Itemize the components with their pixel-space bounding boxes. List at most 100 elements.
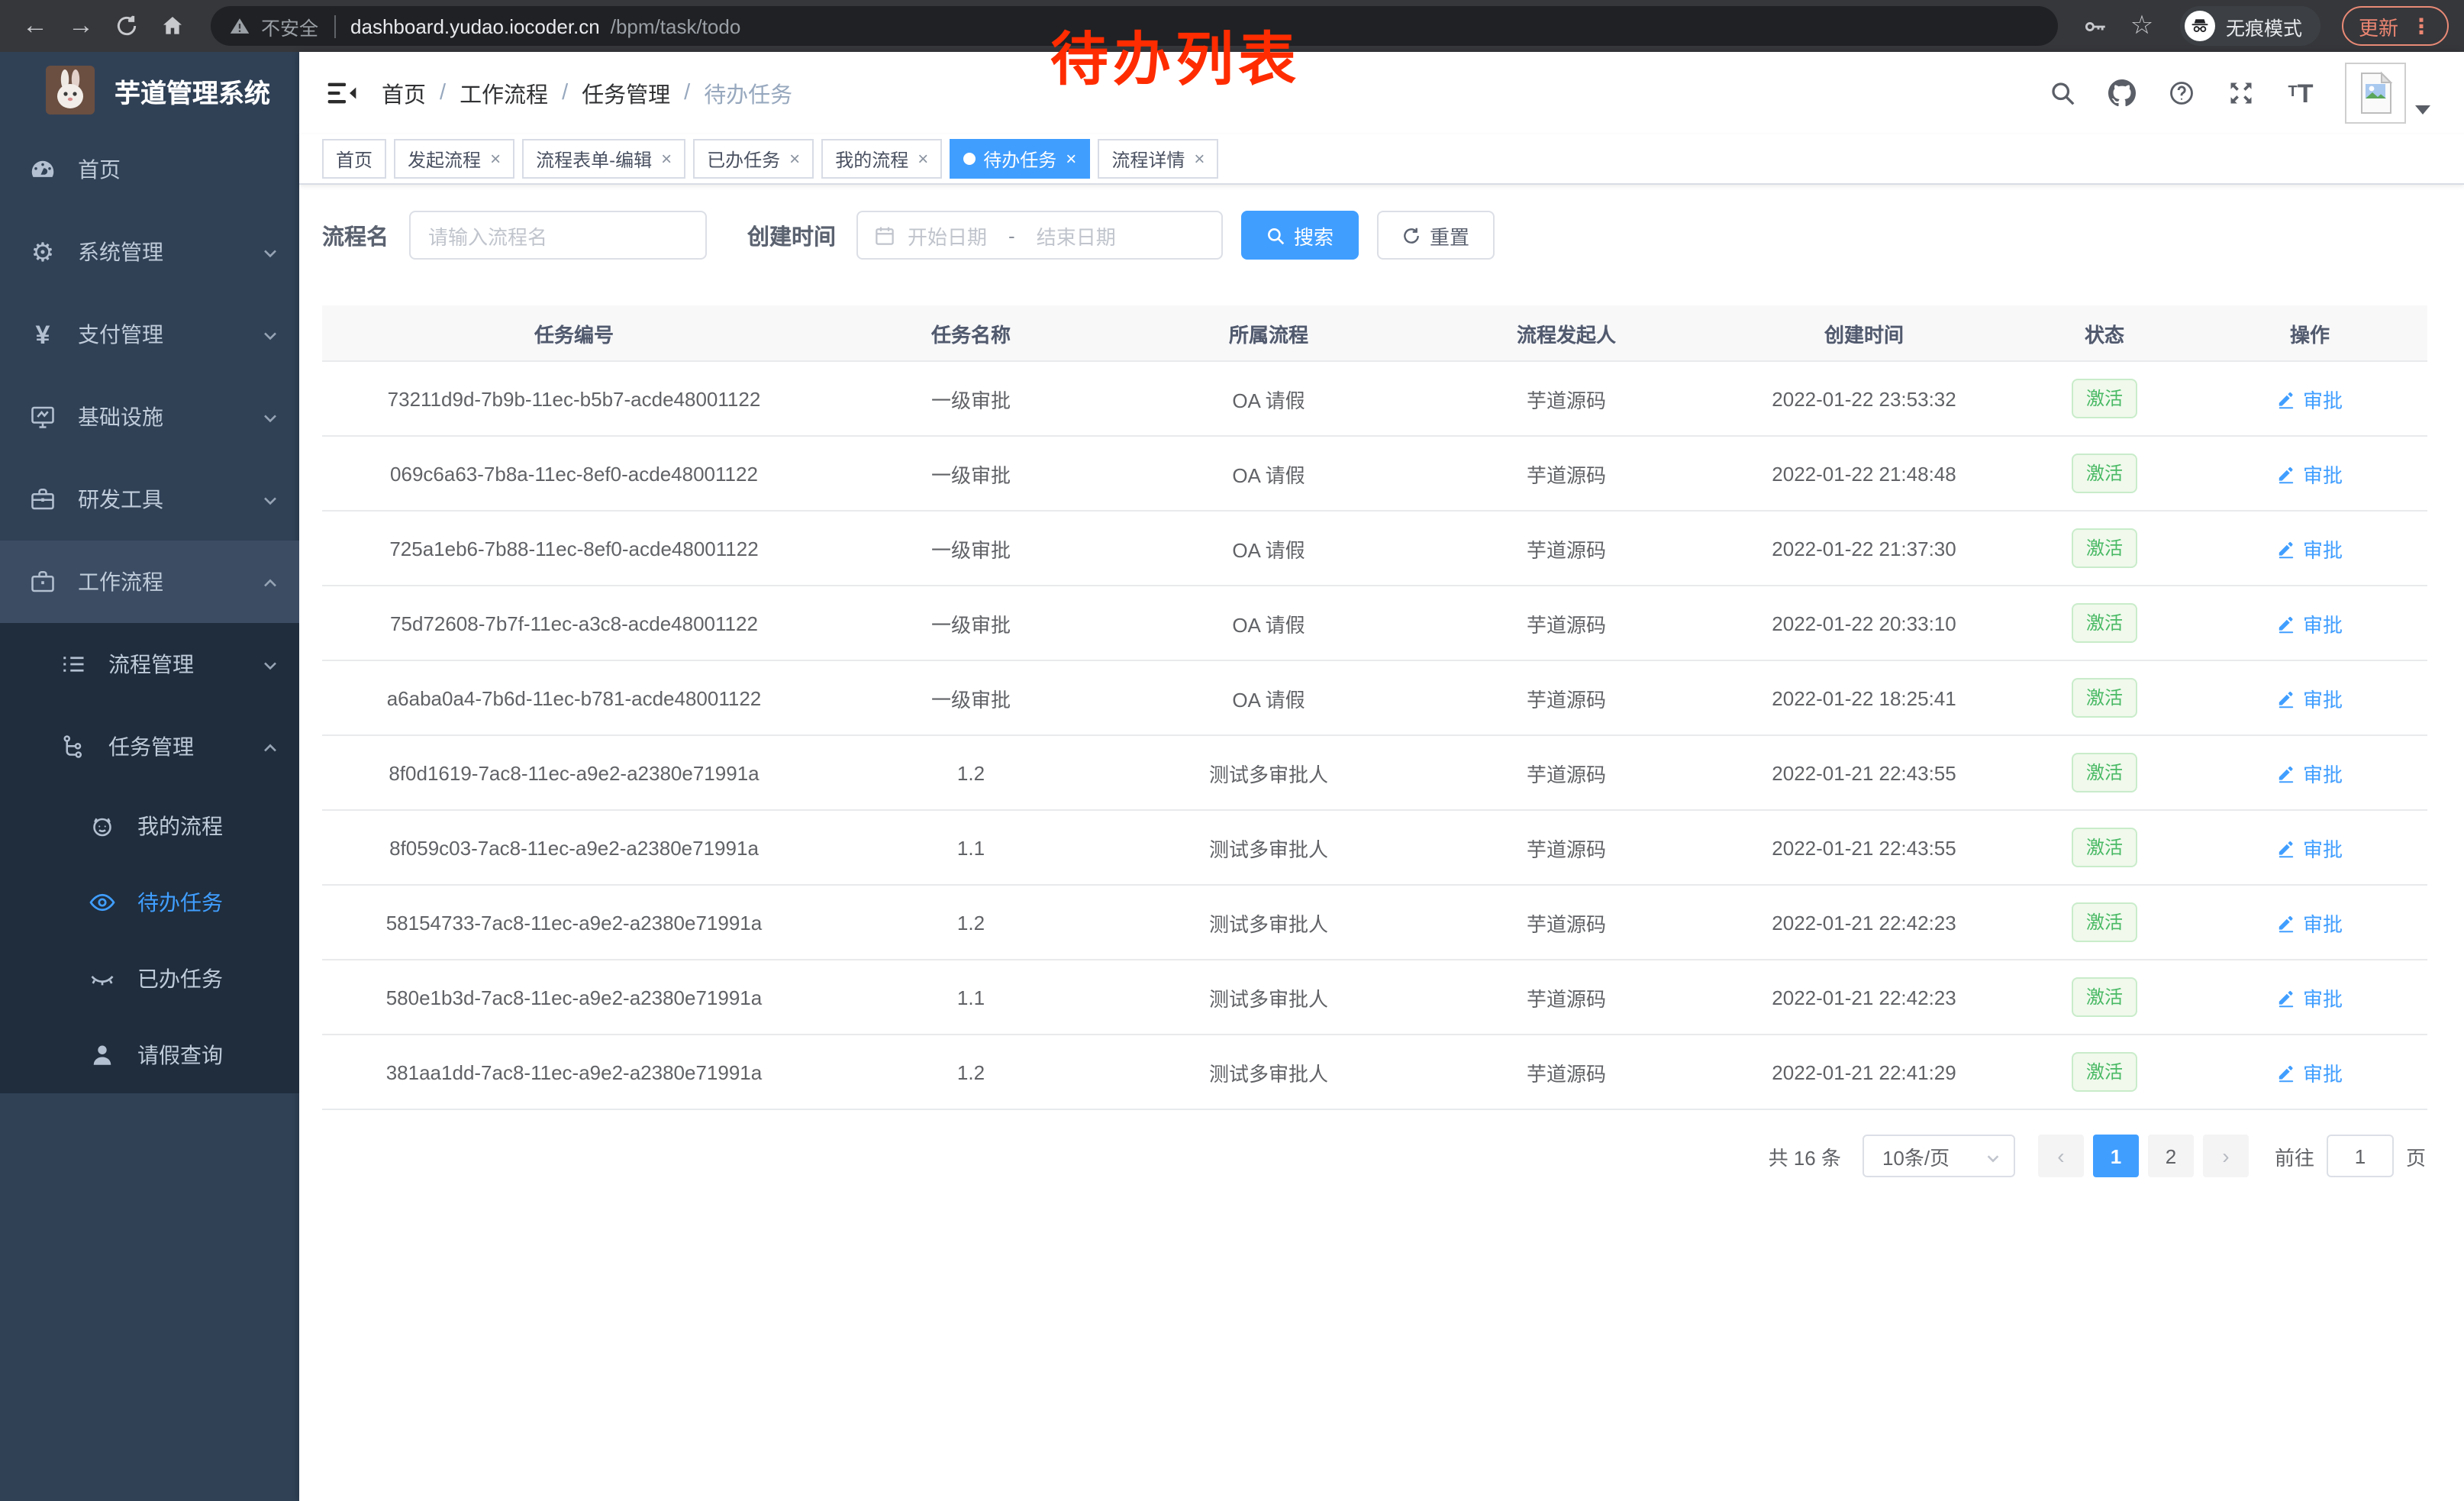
approve-link[interactable]: 审批	[2277, 384, 2343, 413]
tab-3[interactable]: 已办任务 ×	[693, 139, 814, 179]
chevron-down-icon	[261, 490, 279, 508]
browser-update-button[interactable]: 更新 ⋮	[2342, 6, 2449, 46]
reset-button-label: 重置	[1430, 221, 1469, 250]
approve-link[interactable]: 审批	[2277, 1057, 2343, 1086]
sidebar-item-10[interactable]: 已办任务	[0, 941, 299, 1017]
back-icon[interactable]: ←	[15, 6, 55, 46]
sidebar-item-11[interactable]: 请假查询	[0, 1017, 299, 1093]
search-button-icon	[1265, 225, 1285, 245]
sidebar-item-label: 待办任务	[137, 887, 223, 918]
cell-action: 审批	[2192, 534, 2427, 563]
sidebar-item-1[interactable]: ⚙系统管理	[0, 211, 299, 293]
url-separator	[334, 15, 335, 37]
approve-link[interactable]: 审批	[2277, 758, 2343, 787]
forward-icon[interactable]: →	[61, 6, 101, 46]
fullscreen-icon[interactable]	[2226, 78, 2256, 108]
approve-link[interactable]: 审批	[2277, 908, 2343, 937]
close-icon[interactable]: ×	[1194, 150, 1205, 168]
approve-link-label: 审批	[2303, 534, 2343, 563]
tab-label: 已办任务	[707, 146, 780, 172]
search-icon[interactable]	[2047, 78, 2078, 108]
app-logo-row[interactable]: 芋道管理系统	[0, 52, 299, 128]
breadcrumb-item-0[interactable]: 首页	[382, 77, 426, 109]
page-size-select[interactable]: 10条/页	[1863, 1135, 2015, 1177]
sidebar-item-4[interactable]: 研发工具	[0, 458, 299, 541]
reload-icon[interactable]	[107, 6, 147, 46]
close-icon[interactable]: ×	[661, 150, 672, 168]
sidebar-item-8[interactable]: 我的流程	[0, 788, 299, 864]
font-size-icon[interactable]: TT	[2285, 78, 2316, 108]
sidebar-item-0[interactable]: 首页	[0, 128, 299, 211]
approve-link[interactable]: 审批	[2277, 683, 2343, 712]
status-badge: 激活	[2072, 528, 2137, 568]
sidebar-item-7[interactable]: 任务管理	[0, 705, 299, 788]
navbar-actions: TT	[2047, 63, 2430, 124]
chevron-down-icon	[261, 655, 279, 673]
update-label: 更新	[2359, 11, 2398, 40]
bookmark-star-icon[interactable]: ☆	[2122, 6, 2162, 46]
sidebar-item-6[interactable]: 流程管理	[0, 623, 299, 705]
date-range-picker[interactable]: 开始日期 - 结束日期	[856, 211, 1222, 260]
sidebar-item-label: 请假查询	[137, 1040, 223, 1070]
cell-status: 激活	[2017, 902, 2192, 942]
cell-id: 381aa1dd-7ac8-11ec-a9e2-a2380e71991a	[322, 1060, 826, 1083]
approve-link[interactable]: 审批	[2277, 983, 2343, 1012]
approve-link[interactable]: 审批	[2277, 833, 2343, 862]
range-separator: -	[999, 224, 1024, 247]
next-page-button[interactable]: ›	[2203, 1135, 2249, 1177]
tab-6[interactable]: 流程详情×	[1098, 139, 1218, 179]
column-header-0: 任务编号	[322, 318, 826, 347]
list-icon	[58, 649, 89, 679]
tab-2[interactable]: 流程表单-编辑×	[522, 139, 685, 179]
not-secure-warning-icon[interactable]	[229, 15, 250, 37]
approve-link[interactable]: 审批	[2277, 608, 2343, 638]
user-menu[interactable]	[2345, 63, 2430, 124]
cell-process: 测试多审批人	[1116, 908, 1421, 937]
status-badge: 激活	[2072, 828, 2137, 867]
breadcrumb-separator: /	[562, 81, 568, 105]
sidebar-item-3[interactable]: 基础设施	[0, 376, 299, 458]
github-icon[interactable]	[2107, 78, 2137, 108]
toolbox-icon	[27, 484, 58, 515]
sidebar-item-5[interactable]: 工作流程	[0, 541, 299, 623]
navbar: 首页/工作流程/任务管理/待办任务 TT	[299, 52, 2464, 134]
cell-status: 激活	[2017, 977, 2192, 1017]
page-button-2[interactable]: 2	[2148, 1135, 2194, 1177]
password-key-icon[interactable]	[2076, 6, 2116, 46]
approve-link[interactable]: 审批	[2277, 534, 2343, 563]
search-button[interactable]: 搜索	[1240, 211, 1358, 260]
tab-0[interactable]: 首页	[322, 139, 386, 179]
breadcrumb-item-2[interactable]: 任务管理	[582, 77, 670, 109]
tab-1[interactable]: 发起流程×	[394, 139, 514, 179]
hamburger-icon[interactable]	[327, 78, 357, 108]
close-icon[interactable]: ×	[490, 150, 501, 168]
tab-4[interactable]: 我的流程×	[821, 139, 942, 179]
eye-closed-icon	[87, 964, 118, 994]
chevron-up-icon	[261, 738, 279, 756]
browser-menu-icon[interactable]: ⋮	[2411, 13, 2432, 39]
close-icon[interactable]: ×	[918, 150, 928, 168]
sidebar-item-2[interactable]: ¥支付管理	[0, 293, 299, 376]
process-name-input[interactable]: 请输入流程名	[408, 211, 706, 260]
close-icon[interactable]: ×	[789, 150, 800, 168]
eye-icon	[87, 887, 118, 918]
breadcrumb-separator: /	[440, 81, 446, 105]
approve-link[interactable]: 审批	[2277, 459, 2343, 488]
prev-page-button[interactable]: ‹	[2038, 1135, 2084, 1177]
column-header-5: 状态	[2017, 318, 2192, 347]
home-icon[interactable]	[153, 6, 192, 46]
sidebar-item-9[interactable]: 待办任务	[0, 864, 299, 941]
sidebar-item-label: 基础设施	[78, 402, 163, 432]
reset-button[interactable]: 重置	[1376, 211, 1494, 260]
close-icon[interactable]: ×	[1066, 150, 1076, 168]
avatar[interactable]	[2345, 63, 2406, 124]
breadcrumb-item-1[interactable]: 工作流程	[460, 77, 548, 109]
cell-status: 激活	[2017, 753, 2192, 792]
sidebar: 芋道管理系统 首页⚙系统管理¥支付管理基础设施研发工具工作流程流程管理任务管理我…	[0, 52, 299, 1501]
tab-5[interactable]: 待办任务×	[950, 139, 1090, 179]
cell-process: OA 请假	[1116, 683, 1421, 712]
help-icon[interactable]	[2166, 78, 2197, 108]
goto-page-input[interactable]	[2327, 1135, 2394, 1177]
main-area: 首页/工作流程/任务管理/待办任务 TT	[299, 52, 2464, 1501]
page-button-1[interactable]: 1	[2093, 1135, 2139, 1177]
